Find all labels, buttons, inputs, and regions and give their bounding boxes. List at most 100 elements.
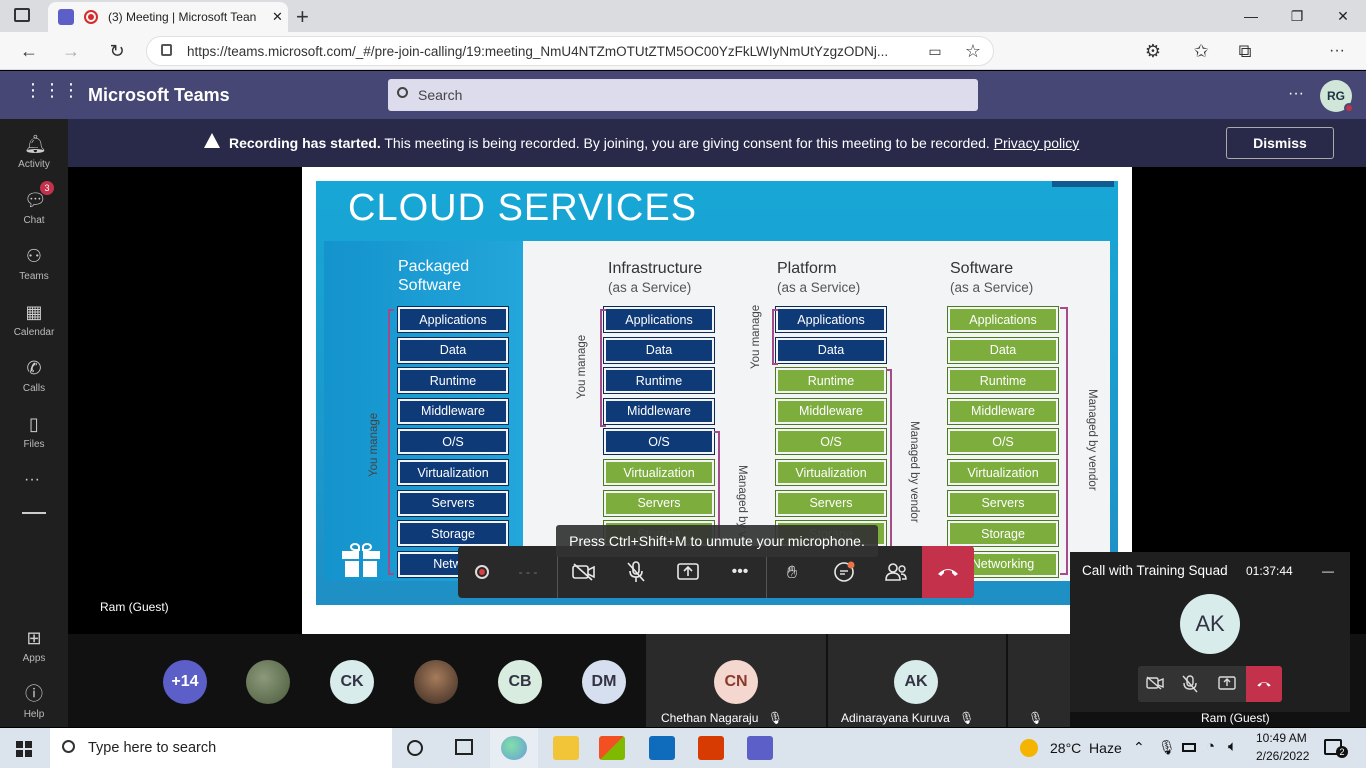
more-actions-icon[interactable]: ••• [724, 556, 756, 588]
participant-photo-avatar[interactable] [246, 660, 290, 704]
mini-hangup-button[interactable] [1246, 666, 1282, 702]
paas-title: Platform [777, 260, 837, 277]
rail-item-chat[interactable]: 💬︎ 3 Chat [0, 181, 68, 237]
mini-call-window[interactable]: Call with Training Squad 01:37:44 — AK [1070, 552, 1350, 712]
participants-icon[interactable] [880, 556, 912, 588]
rail-item-teams[interactable]: ⚇ Teams [0, 237, 68, 293]
rail-item-calls[interactable]: ✆ Calls [0, 349, 68, 405]
search-input[interactable]: Search [388, 79, 978, 111]
participant-avatar: AK [894, 660, 938, 704]
unmute-tooltip: Press Ctrl+Shift+M to unmute your microp… [556, 525, 878, 557]
iaas-sub: (as a Service) [608, 280, 692, 295]
browser-tab[interactable]: (3) Meeting | Microsoft Tean ✕ [48, 2, 288, 32]
microphone-tray-icon[interactable]: 🎙︎ [1158, 739, 1176, 756]
favorite-add-icon[interactable]: ☆ [958, 36, 988, 66]
office-icon[interactable] [698, 736, 724, 760]
back-icon[interactable]: ← [14, 36, 44, 66]
wifi-icon[interactable]: ◔ [1206, 738, 1215, 755]
extensions-icon[interactable]: ⚙ [1138, 36, 1168, 66]
url-field[interactable]: https://teams.microsoft.com/_#/pre-join-… [146, 36, 994, 66]
rail-item-activity[interactable]: 🔔︎ Activity [0, 125, 68, 181]
restore-button[interactable]: ❐ [1274, 0, 1320, 32]
task-view-icon[interactable] [455, 739, 473, 755]
iaas-layer-data: Data [603, 336, 715, 364]
tab-close-icon[interactable]: ✕ [272, 9, 283, 25]
teams-taskbar-icon[interactable] [747, 736, 773, 760]
tray-chevron-icon[interactable]: ⌃ [1133, 739, 1145, 756]
bell-icon: 🔔︎ [24, 134, 47, 154]
app-launcher-icon[interactable]: ⋮⋮⋮ [24, 81, 80, 105]
saas-layer-data: Data [947, 336, 1059, 364]
mini-mic-off-icon[interactable] [1182, 675, 1198, 693]
muted-icon: 🎙︎ [1028, 711, 1044, 725]
overflow-participants[interactable]: +14 [163, 660, 207, 704]
mic-off-icon[interactable] [620, 556, 652, 588]
app-name: Microsoft Teams [88, 85, 230, 105]
clock-date[interactable]: 2/26/2022 [1256, 749, 1309, 763]
camera-off-icon[interactable] [568, 556, 600, 588]
rail-label: Apps [22, 653, 46, 664]
rail-more-button[interactable]: ··· [24, 471, 40, 489]
active-app-indicator [490, 728, 538, 768]
taskbar-search[interactable]: Type here to search [50, 728, 392, 768]
mini-timer: 01:37:44 [1246, 564, 1293, 578]
iaas-layer-o-s: O/S [603, 428, 715, 456]
tab-actions-icon[interactable] [14, 8, 30, 22]
forward-icon[interactable]: → [56, 36, 86, 66]
gift-icon [342, 543, 380, 577]
weather-text[interactable]: 28°C Haze [1050, 740, 1122, 756]
clock-time[interactable]: 10:49 AM [1256, 731, 1307, 745]
more-options-icon[interactable]: ··· [1288, 85, 1304, 103]
share-screen-icon[interactable] [672, 556, 704, 588]
meeting-chat-icon[interactable] [828, 556, 860, 588]
paas-layer-runtime: Runtime [775, 367, 887, 395]
rail-divider [22, 512, 46, 514]
mini-minimize-button[interactable]: — [1322, 564, 1334, 578]
rail-item-calendar[interactable]: ▦ Calendar [0, 293, 68, 349]
phone-icon: ✆ [26, 358, 42, 378]
mail-icon[interactable] [649, 736, 675, 760]
collections-icon[interactable]: ⧉ [1230, 36, 1260, 66]
participant-avatar[interactable]: CB [498, 660, 542, 704]
volume-icon[interactable]: 🔈︎ [1228, 738, 1237, 755]
paas-layer-o-s: O/S [775, 428, 887, 456]
file-explorer-icon[interactable] [553, 736, 579, 760]
taskbar: Type here to search 28°C Haze ⌃ 🎙︎ ◔ 🔈︎ … [0, 728, 1366, 768]
raise-hand-icon[interactable]: ✋︎ [776, 556, 808, 588]
mini-share-icon[interactable] [1218, 676, 1236, 690]
saas-layer-virtualization: Virtualization [947, 459, 1059, 486]
chat-badge: 3 [40, 181, 54, 195]
camera-icon[interactable]: ▭ [920, 36, 950, 66]
rail-item-apps[interactable]: ⊞ Apps [0, 619, 68, 675]
favorites-icon[interactable]: ✩ [1186, 36, 1216, 66]
rail-item-files[interactable]: ▯ Files [0, 405, 68, 461]
privacy-policy-link[interactable]: Privacy policy [994, 135, 1080, 151]
search-icon [62, 740, 75, 753]
minimize-button[interactable]: — [1228, 0, 1274, 32]
saas-title: Software [950, 260, 1014, 277]
rail-item-help[interactable]: ⓘ Help [0, 675, 68, 731]
weather-icon[interactable] [1020, 739, 1038, 757]
participant-avatar[interactable]: DM [582, 660, 626, 704]
hangup-icon [938, 569, 958, 576]
rail-label: Teams [19, 271, 49, 282]
battery-icon[interactable] [1182, 743, 1196, 752]
user-avatar[interactable]: RG [1320, 80, 1354, 113]
new-tab-button[interactable]: + [296, 4, 309, 30]
muted-icon: 🎙︎ [767, 711, 783, 725]
paas-layer-applications: Applications [775, 306, 887, 333]
leave-call-button[interactable] [922, 546, 974, 598]
dismiss-button[interactable]: Dismiss [1226, 127, 1334, 159]
refresh-icon[interactable]: ↻ [102, 36, 132, 66]
participant-avatar[interactable]: CK [330, 660, 374, 704]
participant-photo-avatar[interactable] [414, 660, 458, 704]
participant-name-text: Adinarayana Kuruva [841, 711, 950, 725]
store-icon[interactable] [599, 736, 625, 760]
record-icon[interactable] [466, 556, 498, 588]
browser-menu-icon[interactable]: ··· [1322, 36, 1352, 66]
mini-camera-off-icon[interactable] [1146, 676, 1164, 690]
rail-label: Chat [23, 215, 45, 226]
start-icon[interactable] [16, 741, 32, 757]
cortana-icon[interactable] [407, 740, 423, 756]
close-button[interactable]: ✕ [1320, 0, 1366, 32]
